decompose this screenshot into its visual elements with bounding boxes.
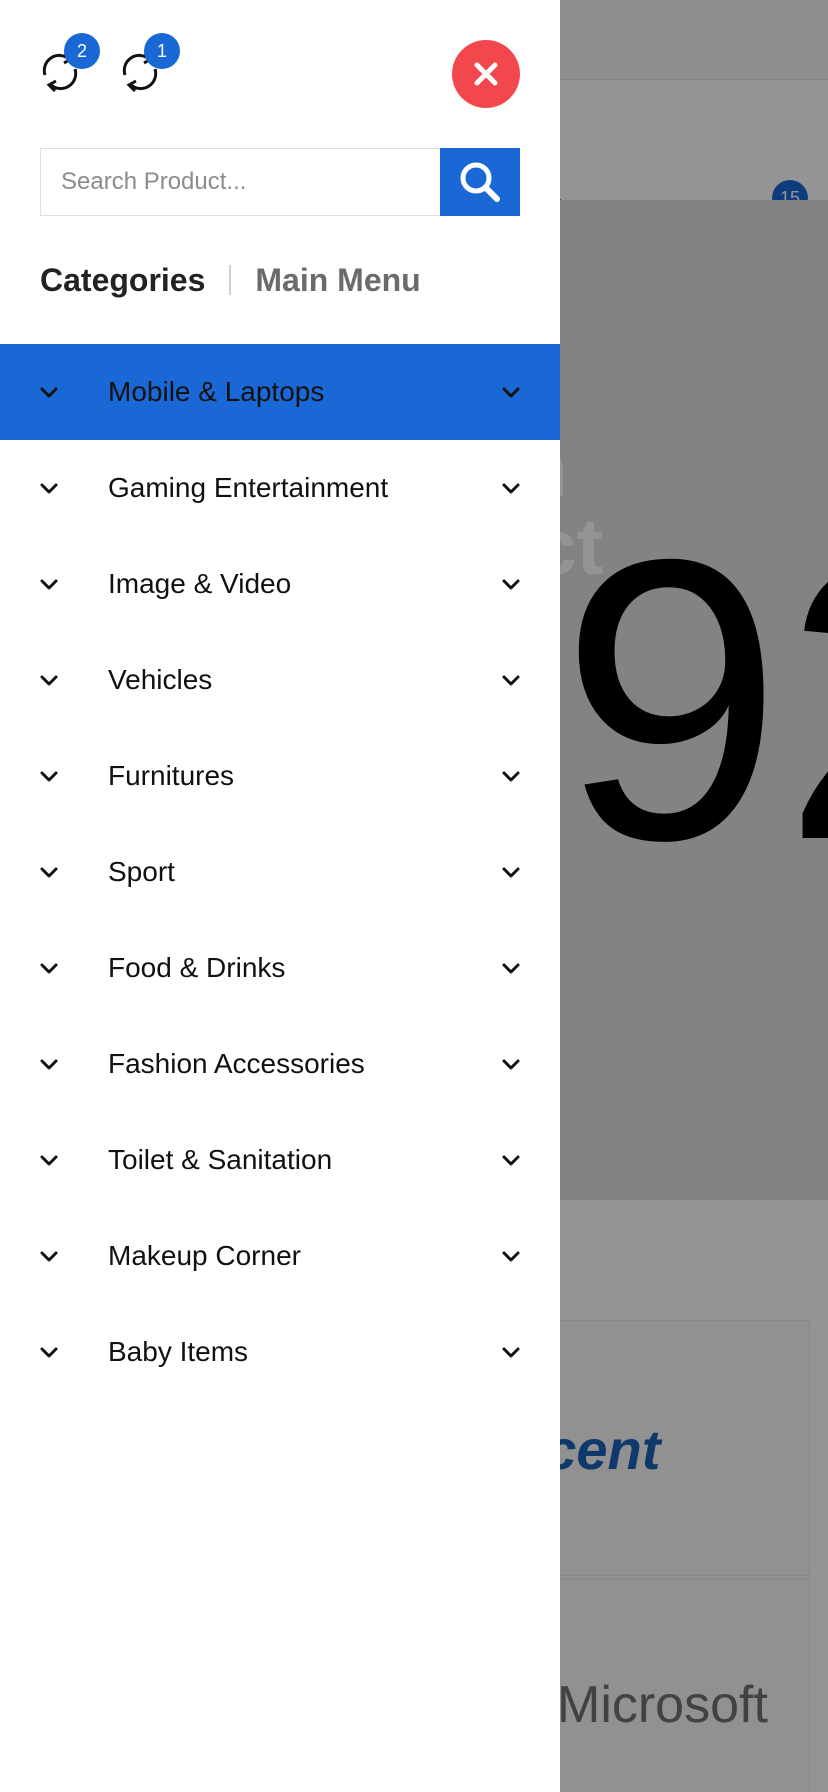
category-label: Food & Drinks [108,952,286,983]
tab-main-menu[interactable]: Main Menu [255,262,420,299]
chevron-down-icon[interactable] [498,668,524,694]
category-item[interactable]: Fashion Accessories [0,1016,560,1112]
chevron-down-icon[interactable] [36,764,62,790]
chevron-down-icon[interactable] [498,476,524,502]
category-item[interactable]: Makeup Corner [0,1208,560,1304]
category-item[interactable]: Gaming Entertainment [0,440,560,536]
category-list: Mobile & Laptops Gaming Entertainment Imag… [0,344,560,1400]
chevron-down-icon[interactable] [498,956,524,982]
category-item[interactable]: Vehicles [0,632,560,728]
search-input[interactable] [40,148,440,216]
chevron-down-icon[interactable] [498,764,524,790]
chevron-down-icon[interactable] [498,1244,524,1270]
chevron-down-icon[interactable] [36,1340,62,1366]
category-item[interactable]: Furnitures [0,728,560,824]
chevron-down-icon[interactable] [36,1244,62,1270]
chevron-down-icon[interactable] [498,1340,524,1366]
chevron-down-icon[interactable] [36,956,62,982]
compare-count-badge: 2 [64,33,100,69]
tab-categories[interactable]: Categories [40,262,205,299]
side-drawer: 2 1 Categories Main Menu [0,0,560,1792]
category-label: Makeup Corner [108,1240,301,1271]
chevron-down-icon[interactable] [498,572,524,598]
menu-tabs: Categories Main Menu [40,256,421,304]
chevron-down-icon[interactable] [36,1052,62,1078]
chevron-down-icon[interactable] [36,380,62,406]
search-icon [460,162,500,202]
drawer-top-bar: 2 1 [0,0,560,130]
category-label: Vehicles [108,664,213,695]
category-label: Furnitures [108,760,235,791]
chevron-down-icon[interactable] [498,1052,524,1078]
category-item[interactable]: Food & Drinks [0,920,560,1016]
category-label: Gaming Entertainment [108,472,389,503]
category-item[interactable]: Baby Items [0,1304,560,1400]
category-item[interactable]: Image & Video [0,536,560,632]
category-item[interactable]: Sport [0,824,560,920]
category-item[interactable]: Mobile & Laptops [0,344,560,440]
chevron-down-icon[interactable] [498,1148,524,1174]
search-bar [40,148,520,216]
category-label: Toilet & Sanitation [108,1144,333,1175]
chevron-down-icon[interactable] [36,572,62,598]
close-icon [474,62,498,86]
chevron-down-icon[interactable] [498,380,524,406]
category-label: Mobile & Laptops [108,376,325,407]
chevron-down-icon[interactable] [36,1148,62,1174]
close-drawer-button[interactable] [452,40,520,108]
search-button[interactable] [440,148,520,216]
chevron-down-icon[interactable] [36,860,62,886]
category-item[interactable]: Toilet & Sanitation [0,1112,560,1208]
category-label: Baby Items [108,1336,249,1367]
category-label: Image & Video [108,568,292,599]
category-label: Fashion Accessories [108,1048,365,1079]
chevron-down-icon[interactable] [36,476,62,502]
chevron-down-icon[interactable] [498,860,524,886]
compare-count-badge: 1 [144,33,180,69]
tab-divider [229,265,232,295]
category-label: Sport [108,856,175,887]
chevron-down-icon[interactable] [36,668,62,694]
